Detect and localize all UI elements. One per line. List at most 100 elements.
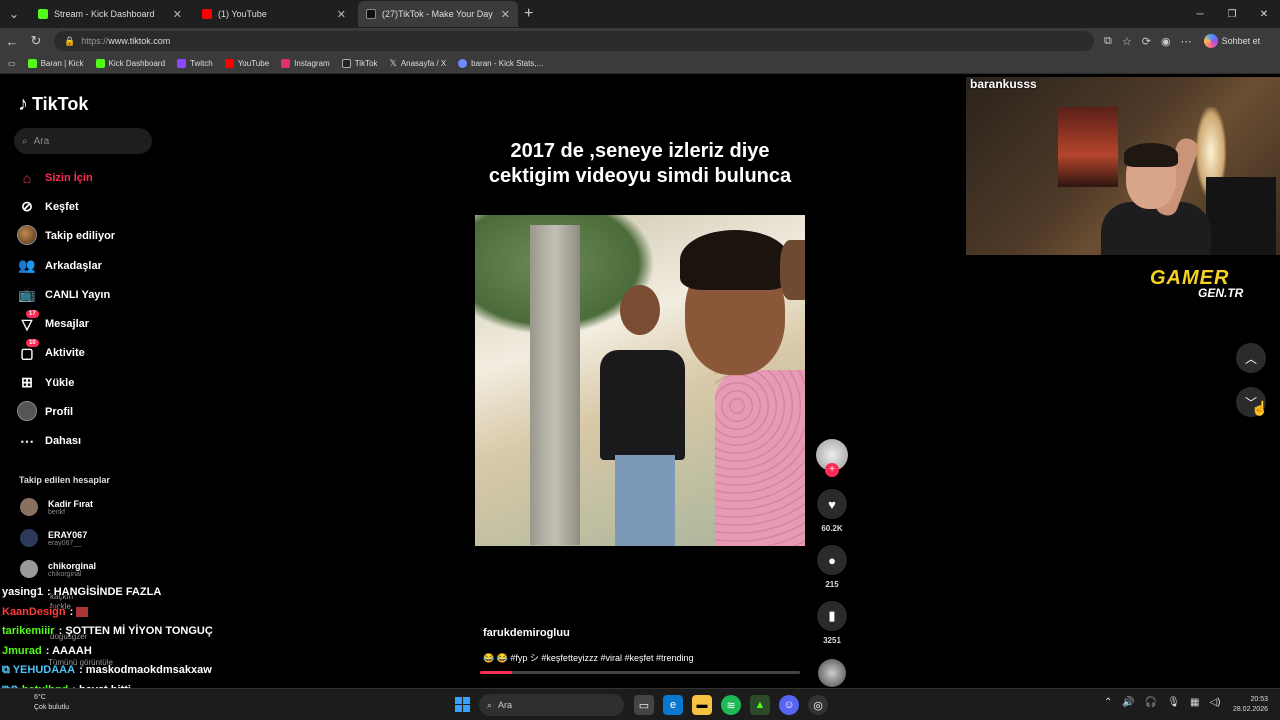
- sidebar-item-following[interactable]: Takip ediliyor: [16, 222, 115, 251]
- file-explorer-icon[interactable]: ▬: [692, 695, 712, 715]
- twitch-icon: [177, 59, 187, 68]
- bookmark-kick-stats[interactable]: baran - Kick Stats,...: [458, 59, 543, 68]
- new-tab-button[interactable]: +: [524, 5, 533, 23]
- tab-actions-button[interactable]: ⌄: [2, 2, 26, 26]
- microphone-icon[interactable]: 🎙: [1167, 697, 1180, 708]
- creator-avatar[interactable]: +: [816, 439, 848, 477]
- refresh-button[interactable]: ↻: [24, 33, 48, 49]
- search-input[interactable]: ⌕ Ara: [14, 128, 152, 154]
- video-progress-bar[interactable]: [480, 671, 800, 674]
- previous-video-button[interactable]: ︿: [1236, 343, 1266, 373]
- close-icon[interactable]: ✕: [173, 8, 182, 21]
- spotify-icon[interactable]: ≋: [721, 695, 741, 715]
- windows-taskbar: 6°C Çok bulutlu ⌕ Ara ▭ e ▬ ≋ ▲ ☺ ◎ ⌃ 🔊 …: [0, 688, 1280, 720]
- bookmark-youtube[interactable]: YouTube: [224, 59, 270, 68]
- bookmark-label: YouTube: [237, 59, 270, 68]
- sidebar-item-activity[interactable]: ▢ 10 Aktivite: [16, 338, 115, 368]
- heart-icon: ♥: [828, 496, 836, 512]
- url-field[interactable]: 🔒 https:// www.tiktok.com: [54, 31, 1094, 51]
- avatar: [17, 400, 37, 421]
- following-account[interactable]: ERAY067 eray067__: [20, 529, 87, 547]
- bookmark-tiktok[interactable]: TikTok: [341, 59, 378, 68]
- taskbar-clock[interactable]: 20:53 28.02.2026: [1226, 695, 1268, 715]
- weather-widget[interactable]: 6°C Çok bulutlu: [10, 693, 69, 713]
- comment-button[interactable]: ●: [817, 545, 847, 575]
- activity-badge: 10: [26, 338, 39, 347]
- close-window-button[interactable]: ✕: [1248, 0, 1280, 28]
- extensions-icon[interactable]: ⧉: [1104, 35, 1112, 48]
- tab-tiktok[interactable]: (27)TikTok - Make Your Day ✕: [358, 1, 518, 27]
- following-account[interactable]: chikorginal chikorginal: [20, 560, 96, 578]
- reading-list-icon[interactable]: ▭: [8, 59, 16, 68]
- tiktok-page: ♪ TikTok ⌕ Ara ⌂ Sizin İçin ⊘ Keşfet Tak…: [0, 75, 1280, 696]
- url-host: www.tiktok.com: [108, 36, 171, 46]
- live-icon: 📺: [18, 286, 36, 303]
- edge-icon[interactable]: e: [663, 695, 683, 715]
- avatar: [20, 560, 38, 578]
- follow-plus-icon[interactable]: +: [825, 463, 839, 477]
- windows-logo-tile: [463, 705, 470, 712]
- system-tray: ⌃ 🔊 🎧 🎙 ▦ ◁): [1104, 697, 1220, 708]
- volume-icon[interactable]: ◁): [1209, 697, 1220, 708]
- tiktok-logo[interactable]: ♪ TikTok: [18, 93, 88, 116]
- maximize-button[interactable]: ❐: [1216, 0, 1248, 28]
- task-view-icon[interactable]: ▭: [634, 695, 654, 715]
- close-icon[interactable]: ✕: [501, 8, 510, 21]
- tab-kick-dashboard[interactable]: Stream - Kick Dashboard ✕: [30, 1, 190, 27]
- sidebar-item-label: Dahası: [45, 435, 82, 448]
- sidebar-item-upload[interactable]: ⊞ Yükle: [16, 368, 115, 397]
- bookmark-twitch[interactable]: Twitch: [177, 59, 213, 68]
- network-icon[interactable]: ▦: [1190, 697, 1199, 708]
- profile-icon[interactable]: ◉: [1161, 35, 1171, 48]
- streamer-name: barankusss: [970, 77, 1037, 91]
- copilot-chat-button[interactable]: Sohbet et: [1203, 34, 1260, 48]
- video-author[interactable]: farukdemirogluu: [483, 627, 570, 639]
- weather-condition: Çok bulutlu: [34, 704, 70, 711]
- avatar: [17, 224, 37, 245]
- address-bar-icons: ⧉ ☆ ⟳ ◉ ⋯: [1104, 35, 1192, 48]
- following-account[interactable]: Kadir Fırat benkf: [20, 498, 93, 516]
- tab-youtube[interactable]: (1) YouTube ✕: [194, 1, 354, 27]
- tab-label: Stream - Kick Dashboard: [54, 9, 155, 19]
- bookmark-instagram[interactable]: Instagram: [281, 59, 330, 68]
- sidebar-item-explore[interactable]: ⊘ Keşfet: [16, 192, 115, 221]
- headset-icon[interactable]: 🎧: [1145, 697, 1157, 708]
- chat-text: maskodmaokdmsakxaw: [85, 664, 212, 677]
- music-disc-icon[interactable]: [818, 659, 846, 687]
- bookmark-kick-dashboard[interactable]: Kick Dashboard: [95, 59, 165, 68]
- back-button[interactable]: ←: [0, 34, 24, 49]
- tiktok-icon: [341, 59, 351, 68]
- weather-temperature: 6°C: [34, 694, 46, 701]
- favorite-icon[interactable]: ☆: [1122, 35, 1132, 48]
- save-button[interactable]: ▮: [817, 601, 847, 631]
- stats-icon: [458, 59, 468, 68]
- account-name: chikorginal: [48, 560, 97, 571]
- bookmark-label: Anasayfa / X: [400, 59, 447, 68]
- sidebar-item-for-you[interactable]: ⌂ Sizin İçin: [16, 163, 115, 192]
- speaker-icon[interactable]: 🔊: [1122, 697, 1134, 708]
- close-icon[interactable]: ✕: [337, 8, 346, 21]
- more-icon: ⋯: [20, 432, 34, 449]
- sidebar-item-more[interactable]: ⋯ Dahası: [16, 427, 115, 456]
- person-shirt: [715, 370, 805, 546]
- video-player[interactable]: [475, 215, 805, 546]
- chevron-up-icon[interactable]: ⌃: [1104, 697, 1112, 708]
- discord-icon[interactable]: ☺: [779, 695, 799, 715]
- app-icon[interactable]: ▲: [750, 695, 770, 715]
- search-placeholder: Ara: [33, 135, 50, 147]
- refresh-page-icon[interactable]: ⟳: [1142, 35, 1151, 48]
- sidebar-item-label: CANLI Yayın: [45, 288, 111, 301]
- kick-icon: [95, 59, 105, 68]
- like-button[interactable]: ♥: [817, 489, 847, 519]
- more-icon[interactable]: ⋯: [1181, 35, 1192, 48]
- sidebar-item-profile[interactable]: Profil: [16, 397, 115, 426]
- sidebar-item-messages[interactable]: ▽ 17 Mesajlar: [16, 309, 115, 338]
- minimize-button[interactable]: ─: [1184, 0, 1216, 28]
- windows-start-button[interactable]: [455, 697, 470, 712]
- bookmark-baran-kick[interactable]: Baran | Kick: [27, 59, 84, 68]
- obs-icon[interactable]: ◎: [808, 695, 828, 715]
- sidebar-item-friends[interactable]: 👥 Arkadaşlar: [16, 251, 115, 280]
- bookmark-x[interactable]: 𝕏 Anasayfa / X: [390, 58, 447, 69]
- sidebar-item-live[interactable]: 📺 CANLI Yayın: [16, 280, 115, 309]
- taskbar-search[interactable]: ⌕ Ara: [479, 694, 624, 716]
